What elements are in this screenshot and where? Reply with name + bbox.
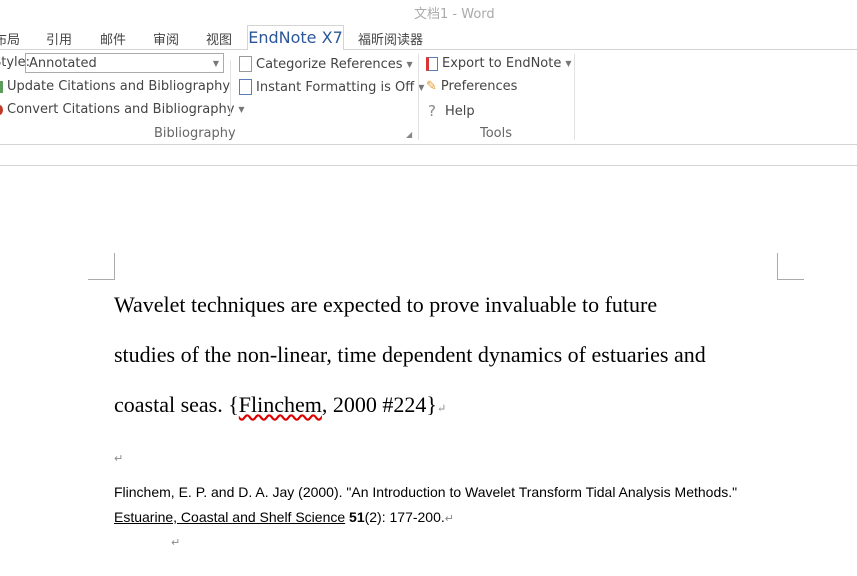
paragraph-mark: ↵ xyxy=(171,536,181,549)
tab-endnote[interactable]: EndNote X7 xyxy=(247,25,344,50)
formatting-icon xyxy=(239,79,252,95)
tab-references[interactable]: 引用 xyxy=(46,29,72,48)
divider xyxy=(0,165,857,166)
help-icon: ? xyxy=(428,102,436,120)
separator xyxy=(230,60,231,115)
convert-icon xyxy=(0,104,3,115)
reference-line[interactable]: Flinchem, E. P. and D. A. Jay (2000). "A… xyxy=(114,484,737,500)
export-label: Export to EndNote xyxy=(442,56,562,71)
list-icon xyxy=(239,56,252,72)
convert-citations-button[interactable]: Convert Citations and Bibliography ▼ xyxy=(0,102,245,117)
categorize-references-button[interactable]: Categorize References ▼ xyxy=(239,56,413,72)
tab-view[interactable]: 视图 xyxy=(206,29,232,48)
instant-label: Instant Formatting is Off xyxy=(256,79,415,95)
tab-foxit-reader[interactable]: 福昕阅读器 xyxy=(358,29,423,48)
divider xyxy=(0,144,857,145)
group-label-tools: Tools xyxy=(480,126,513,141)
update-label: Update Citations and Bibliography xyxy=(7,79,231,94)
convert-label: Convert Citations and Bibliography xyxy=(7,102,235,117)
export-icon xyxy=(426,56,438,71)
document-line[interactable]: coastal seas. {Flinchem, 2000 #224}↵ xyxy=(114,392,446,418)
categorize-label: Categorize References xyxy=(256,56,403,72)
preferences-label: Preferences xyxy=(440,79,518,94)
divider xyxy=(0,49,857,50)
chevron-down-icon: ▼ xyxy=(212,59,219,68)
window-title: 文档1 - Word xyxy=(414,7,495,22)
style-value: Annotated xyxy=(29,56,97,71)
margin-corner xyxy=(88,253,115,280)
tab-mailings[interactable]: 邮件 xyxy=(100,29,126,48)
margin-corner xyxy=(777,253,804,280)
tab-layout[interactable]: 布局 xyxy=(0,29,20,48)
export-to-endnote-button[interactable]: Export to EndNote ▼ xyxy=(426,56,572,71)
text: coastal seas. { xyxy=(114,392,239,417)
chevron-down-icon: ▼ xyxy=(238,105,245,114)
volume: 51 xyxy=(349,509,365,525)
document-line[interactable]: studies of the non-linear, time dependen… xyxy=(114,342,706,368)
paragraph-mark: ↵ xyxy=(444,513,454,525)
style-dropdown[interactable]: Annotated ▼ xyxy=(25,53,224,73)
wrench-icon: ✎ xyxy=(426,79,437,94)
group-label-bibliography: Bibliography xyxy=(154,126,236,141)
preferences-button[interactable]: ✎ Preferences xyxy=(426,79,517,94)
document-line[interactable]: Wavelet techniques are expected to prove… xyxy=(114,292,657,318)
dialog-launcher-icon[interactable]: ◢ xyxy=(406,130,412,139)
separator xyxy=(574,54,575,140)
help-label: Help xyxy=(445,103,475,119)
paragraph-mark: ↵ xyxy=(114,452,124,465)
citation-author: Flinchem xyxy=(238,392,322,417)
help-button[interactable]: ? Help xyxy=(428,102,475,120)
paragraph-mark: ↵ xyxy=(436,403,447,415)
chevron-down-icon: ▼ xyxy=(406,59,413,69)
tab-review[interactable]: 审阅 xyxy=(153,29,179,48)
chevron-down-icon: ▼ xyxy=(418,82,425,92)
update-citations-button[interactable]: Update Citations and Bibliography xyxy=(0,79,230,94)
journal-name: Estuarine, Coastal and Shelf Science xyxy=(114,509,346,525)
instant-formatting-button[interactable]: Instant Formatting is Off ▼ xyxy=(239,79,424,95)
chevron-down-icon: ▼ xyxy=(565,59,572,68)
pages: (2): 177-200. xyxy=(364,509,445,525)
update-icon xyxy=(0,80,3,93)
separator xyxy=(418,54,419,140)
citation-rest: , 2000 #224} xyxy=(321,392,437,417)
reference-line[interactable]: Estuarine, Coastal and Shelf Science 51(… xyxy=(114,509,454,525)
